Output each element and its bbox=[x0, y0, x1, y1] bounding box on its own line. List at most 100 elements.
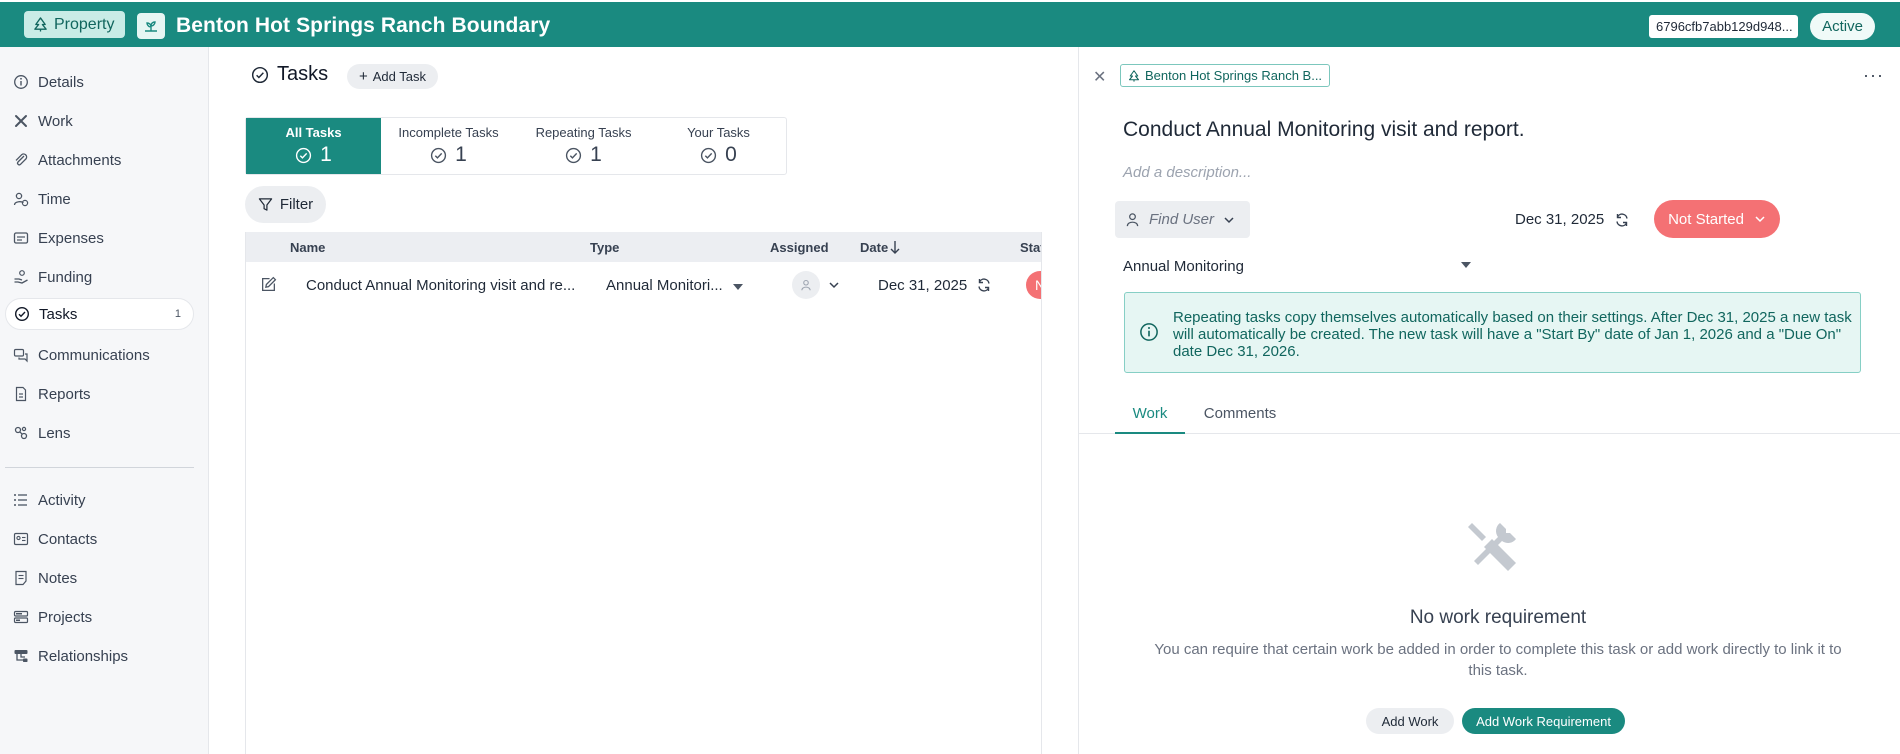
contact-card-icon bbox=[13, 532, 29, 546]
sidebar-item-lens[interactable]: Lens bbox=[5, 417, 194, 449]
sort-down-arrow-icon[interactable] bbox=[889, 240, 901, 255]
note-icon bbox=[15, 570, 27, 586]
column-header-assigned[interactable]: Assigned bbox=[770, 240, 829, 255]
panel-tabs: Work Comments bbox=[1079, 398, 1900, 434]
status-dropdown-button[interactable]: Not Started bbox=[1654, 200, 1780, 238]
tasks-title: Tasks bbox=[277, 63, 329, 85]
edit-icon[interactable] bbox=[260, 276, 277, 293]
due-date-value: Dec 31, 2025 bbox=[1515, 211, 1605, 228]
sidebar-item-notes[interactable]: Notes bbox=[5, 562, 194, 594]
check-circle-icon bbox=[431, 147, 447, 163]
task-status-cell[interactable]: N bbox=[1026, 271, 1041, 299]
sidebar-item-communications[interactable]: Communications bbox=[5, 339, 194, 371]
task-date-cell[interactable]: Dec 31, 2025 bbox=[878, 277, 967, 294]
chevron-down-icon bbox=[1755, 216, 1765, 223]
sidebar-item-label: Relationships bbox=[38, 647, 129, 665]
tab-label: Your Tasks bbox=[687, 125, 750, 140]
add-work-button[interactable]: Add Work bbox=[1366, 708, 1454, 734]
sidebar-item-relationships[interactable]: Relationships bbox=[5, 640, 194, 672]
land-icon bbox=[145, 21, 157, 32]
assignee-avatar[interactable] bbox=[792, 271, 820, 299]
sidebar-item-projects[interactable]: Projects bbox=[5, 601, 194, 633]
add-task-button[interactable]: + Add Task bbox=[347, 64, 439, 89]
task-name-cell[interactable]: Conduct Annual Monitoring visit and re..… bbox=[306, 277, 575, 294]
sidebar-item-tasks[interactable]: Tasks 1 bbox=[5, 298, 194, 330]
type-dropdown-caret-icon[interactable] bbox=[733, 284, 743, 290]
receipt-icon bbox=[13, 232, 29, 244]
sidebar-divider bbox=[5, 467, 194, 468]
type-dropdown-caret-icon[interactable] bbox=[1461, 262, 1471, 268]
find-user-dropdown[interactable]: Find User bbox=[1115, 201, 1250, 238]
property-type-icon-box bbox=[137, 13, 165, 39]
column-header-date[interactable]: Date bbox=[860, 240, 888, 255]
sidebar-item-activity[interactable]: Activity bbox=[5, 484, 194, 516]
tab-label: Repeating Tasks bbox=[535, 125, 632, 140]
tab-repeating-tasks[interactable]: Repeating Tasks 1 bbox=[516, 118, 651, 174]
record-id-chip[interactable]: 6796cfb7abb129d948... bbox=[1649, 15, 1798, 38]
hand-coin-icon bbox=[14, 270, 28, 284]
description-input[interactable]: Add a description... bbox=[1123, 164, 1251, 181]
task-tabs: All Tasks 1 Incomplete Tasks 1 Repeating… bbox=[245, 117, 787, 175]
more-options-icon[interactable]: ··· bbox=[1863, 65, 1884, 86]
chevron-down-icon bbox=[1224, 216, 1234, 223]
task-type-select[interactable]: Annual Monitoring bbox=[1123, 258, 1483, 275]
repeat-icon bbox=[978, 278, 990, 292]
sidebar-item-contacts[interactable]: Contacts bbox=[5, 523, 194, 555]
empty-state-title: No work requirement bbox=[1409, 607, 1587, 628]
repeat-icon[interactable] bbox=[1614, 212, 1630, 228]
tab-count: 1 bbox=[590, 143, 602, 166]
sidebar-item-work[interactable]: Work bbox=[5, 105, 194, 137]
check-circle-icon bbox=[251, 66, 269, 83]
sidebar-item-details[interactable]: Details bbox=[5, 66, 194, 98]
add-work-requirement-button[interactable]: Add Work Requirement bbox=[1462, 708, 1625, 734]
tasks-count-badge: 1 bbox=[174, 308, 181, 320]
tab-your-tasks[interactable]: Your Tasks 0 bbox=[651, 118, 786, 174]
tab-label: Incomplete Tasks bbox=[398, 125, 499, 140]
list-icon bbox=[14, 494, 27, 506]
task-type-cell[interactable]: Annual Monitori... bbox=[606, 277, 723, 294]
filter-icon bbox=[258, 198, 273, 211]
check-circle-icon bbox=[296, 147, 312, 163]
sidebar-item-time[interactable]: Time bbox=[5, 183, 194, 215]
user-icon bbox=[801, 279, 811, 291]
sidebar-item-label: Tasks bbox=[39, 305, 78, 323]
sidebar-item-reports[interactable]: Reports bbox=[5, 378, 194, 410]
info-icon bbox=[14, 75, 28, 89]
tab-label: All Tasks bbox=[285, 125, 342, 140]
sidebar-item-attachments[interactable]: Attachments bbox=[5, 144, 194, 176]
filter-button[interactable]: Filter bbox=[245, 186, 326, 223]
sidebar-item-funding[interactable]: Funding bbox=[5, 261, 194, 293]
sidebar-item-label: Notes bbox=[38, 569, 78, 587]
sidebar: Details Work Attachments Time Expenses F… bbox=[0, 47, 209, 754]
repeating-info-alert: Repeating tasks copy themselves automati… bbox=[1124, 292, 1861, 373]
breadcrumb[interactable]: Benton Hot Springs Ranch B... bbox=[1120, 64, 1330, 87]
status-badge[interactable]: Active bbox=[1810, 13, 1875, 40]
tasks-heading: Tasks bbox=[251, 63, 328, 86]
property-tag-label: Property bbox=[54, 15, 115, 33]
column-header-name[interactable]: Name bbox=[290, 240, 325, 255]
column-header-type[interactable]: Type bbox=[590, 240, 619, 255]
relationships-icon bbox=[14, 650, 28, 662]
user-clock-icon bbox=[13, 192, 29, 207]
tab-all-tasks[interactable]: All Tasks 1 bbox=[246, 118, 381, 174]
table-row[interactable]: Conduct Annual Monitoring visit and re..… bbox=[246, 262, 1041, 308]
due-date[interactable]: Dec 31, 2025 bbox=[1515, 211, 1630, 228]
check-circle-icon bbox=[566, 147, 582, 163]
sidebar-item-label: Projects bbox=[38, 608, 93, 626]
tab-incomplete-tasks[interactable]: Incomplete Tasks 1 bbox=[381, 118, 516, 174]
task-title[interactable]: Conduct Annual Monitoring visit and repo… bbox=[1123, 118, 1525, 142]
tab-comments[interactable]: Comments bbox=[1197, 398, 1283, 434]
empty-state-description: You can require that certain work be add… bbox=[1154, 641, 1842, 679]
tools-icon bbox=[1468, 523, 1516, 571]
property-tag[interactable]: Property bbox=[24, 11, 126, 38]
sidebar-item-label: Reports bbox=[38, 385, 91, 403]
filter-label: Filter bbox=[279, 196, 314, 213]
sidebar-item-expenses[interactable]: Expenses bbox=[5, 222, 194, 254]
task-detail-panel: ✕ Benton Hot Springs Ranch B... ··· Cond… bbox=[1078, 47, 1900, 754]
chevron-down-icon[interactable] bbox=[828, 280, 840, 290]
close-icon[interactable]: ✕ bbox=[1093, 67, 1106, 87]
check-circle-icon bbox=[14, 306, 30, 322]
column-header-status[interactable]: Stat bbox=[1020, 240, 1041, 255]
tab-work[interactable]: Work bbox=[1115, 398, 1185, 434]
tree-icon bbox=[1128, 69, 1140, 82]
